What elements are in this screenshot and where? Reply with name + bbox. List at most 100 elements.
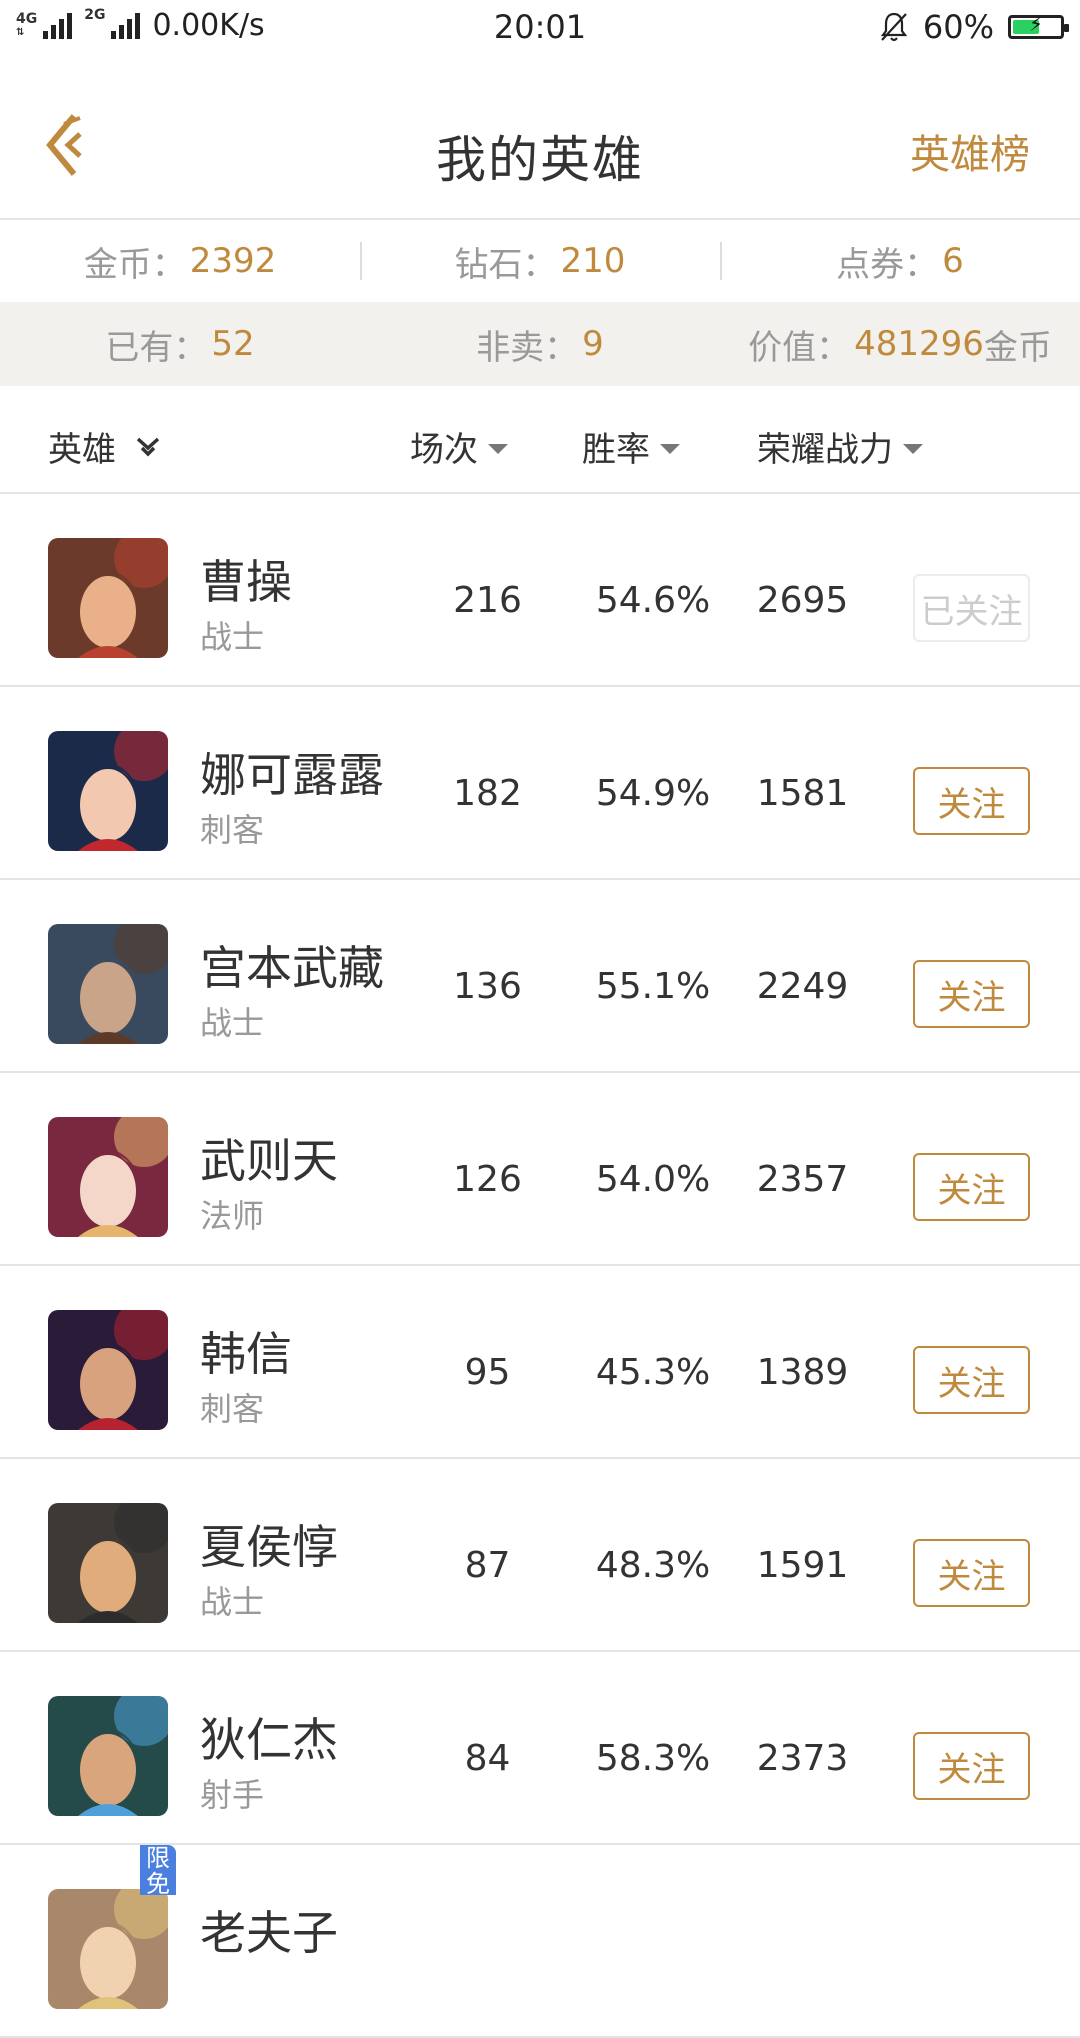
hero-row[interactable]: 夏侯惇 战士 87 48.3% 1591 关注 — [0, 1459, 1080, 1652]
notsale-stat: 非卖： 9 — [360, 302, 720, 386]
hero-list: 曹操 战士 216 54.6% 2695 已关注 娜可露露 刺客 182 54.… — [0, 494, 1080, 2038]
hero-power: 1591 — [756, 1545, 849, 1586]
hero-avatar — [48, 731, 168, 851]
hero-column-label: 英雄 — [48, 430, 116, 470]
hero-power: 2357 — [756, 1159, 849, 1200]
status-bar: 4G ⇅ 2G 0.00K/s 20:01 60% ⚡ — [0, 0, 1080, 60]
hero-row[interactable]: 武则天 法师 126 54.0% 2357 关注 — [0, 1073, 1080, 1266]
sort-power-button[interactable]: 荣耀战力 — [757, 422, 923, 471]
hero-portrait-icon — [48, 1503, 168, 1623]
status-right: 60% ⚡ — [879, 8, 1069, 46]
follow-button[interactable]: 关注 — [913, 960, 1030, 1028]
follow-button[interactable]: 关注 — [913, 1732, 1030, 1800]
hero-portrait-icon — [48, 1889, 168, 2009]
hero-winrate: 54.0% — [595, 1159, 711, 1200]
winrate-column-label: 胜率 — [582, 430, 650, 470]
hero-row[interactable]: 狄仁杰 射手 84 58.3% 2373 关注 — [0, 1652, 1080, 1845]
hero-role: 法师 — [200, 1197, 265, 1235]
hero-winrate: 54.9% — [595, 773, 711, 814]
hero-games: 182 — [453, 773, 522, 814]
gold-stat: 金币： 2392 — [0, 220, 360, 302]
hero-power: 2695 — [756, 580, 849, 621]
hero-role: 战士 — [200, 618, 265, 656]
value-suffix: 金币 — [983, 327, 1052, 368]
hero-winrate: 58.3% — [595, 1738, 711, 1779]
voucher-label: 点券： — [836, 244, 939, 285]
hero-games: 87 — [464, 1545, 511, 1586]
charging-bolt-icon: ⚡ — [1028, 12, 1044, 36]
hero-name: 狄仁杰 — [200, 1713, 338, 1767]
sort-games-button[interactable]: 场次 — [410, 422, 508, 471]
followed-button[interactable]: 已关注 — [913, 574, 1030, 642]
hero-avatar — [48, 1696, 168, 1816]
diamond-value: 210 — [560, 241, 626, 281]
sort-hero-button[interactable]: 英雄 — [48, 422, 162, 471]
owned-label: 已有： — [105, 327, 208, 368]
value-stat: 价值： 481296 金币 — [720, 302, 1080, 386]
sort-down-icon — [660, 443, 680, 454]
games-column-label: 场次 — [410, 430, 478, 470]
hero-role: 射手 — [200, 1776, 265, 1814]
gold-label: 金币： — [83, 244, 186, 285]
hero-ranking-link[interactable]: 英雄榜 — [910, 122, 1030, 180]
currency-stats: 金币： 2392 钻石： 210 点券： 6 — [0, 220, 1080, 302]
notsale-label: 非卖： — [476, 327, 579, 368]
limited-free-badge: 限免 — [140, 1845, 176, 1897]
bell-muted-icon — [880, 12, 908, 42]
hero-row[interactable]: 限免 老夫子 — [0, 1845, 1080, 2038]
value-amount: 481296 — [854, 324, 984, 364]
hero-power: 1581 — [756, 773, 849, 814]
battery-icon: ⚡ — [1008, 12, 1069, 39]
hero-name: 老夫子 — [200, 1906, 338, 1960]
hero-games: 84 — [464, 1738, 511, 1779]
hero-row[interactable]: 娜可露露 刺客 182 54.9% 1581 关注 — [0, 687, 1080, 880]
hero-games: 216 — [453, 580, 522, 621]
notsale-value: 9 — [582, 324, 604, 364]
hero-avatar — [48, 1117, 168, 1237]
hero-winrate: 54.6% — [595, 580, 711, 621]
hero-power: 2249 — [756, 966, 849, 1007]
hero-avatar — [48, 538, 168, 658]
power-column-label: 荣耀战力 — [757, 430, 893, 470]
hero-role: 刺客 — [200, 1390, 265, 1428]
hero-avatar — [48, 1310, 168, 1430]
hero-portrait-icon — [48, 1310, 168, 1430]
hero-name: 曹操 — [200, 555, 292, 609]
diamond-label: 钻石： — [454, 244, 557, 285]
hero-portrait-icon — [48, 1117, 168, 1237]
voucher-value: 6 — [942, 241, 964, 281]
gold-value: 2392 — [189, 241, 277, 281]
follow-button[interactable]: 关注 — [913, 1153, 1030, 1221]
hero-name: 宫本武藏 — [200, 941, 384, 995]
hero-row[interactable]: 宫本武藏 战士 136 55.1% 2249 关注 — [0, 880, 1080, 1073]
hero-row[interactable]: 韩信 刺客 95 45.3% 1389 关注 — [0, 1266, 1080, 1459]
hero-name: 武则天 — [200, 1134, 338, 1188]
nav-bar: 我的英雄 英雄榜 — [0, 60, 1080, 220]
follow-button[interactable]: 关注 — [913, 767, 1030, 835]
hero-portrait-icon — [48, 731, 168, 851]
hero-name: 娜可露露 — [200, 748, 384, 802]
voucher-stat: 点券： 6 — [720, 220, 1080, 302]
hero-name: 夏侯惇 — [200, 1520, 338, 1574]
hero-avatar — [48, 1889, 168, 2009]
hero-winrate: 55.1% — [595, 966, 711, 1007]
diamond-stat: 钻石： 210 — [360, 220, 720, 302]
hero-power: 2373 — [756, 1738, 849, 1779]
hero-portrait-icon — [48, 924, 168, 1044]
hero-portrait-icon — [48, 1696, 168, 1816]
hero-power: 1389 — [756, 1352, 849, 1393]
collection-stats: 已有： 52 非卖： 9 价值： 481296 金币 — [0, 302, 1080, 386]
sort-winrate-button[interactable]: 胜率 — [582, 422, 680, 471]
hero-winrate: 48.3% — [595, 1545, 711, 1586]
hero-games: 136 — [453, 966, 522, 1007]
hero-role: 战士 — [200, 1004, 265, 1042]
hero-role: 战士 — [200, 1583, 265, 1621]
hero-name: 韩信 — [200, 1327, 292, 1381]
hero-role: 刺客 — [200, 811, 265, 849]
follow-button[interactable]: 关注 — [913, 1539, 1030, 1607]
value-label: 价值： — [748, 327, 851, 368]
hero-row[interactable]: 曹操 战士 216 54.6% 2695 已关注 — [0, 494, 1080, 687]
hero-games: 126 — [453, 1159, 522, 1200]
hero-games: 95 — [464, 1352, 511, 1393]
follow-button[interactable]: 关注 — [913, 1346, 1030, 1414]
